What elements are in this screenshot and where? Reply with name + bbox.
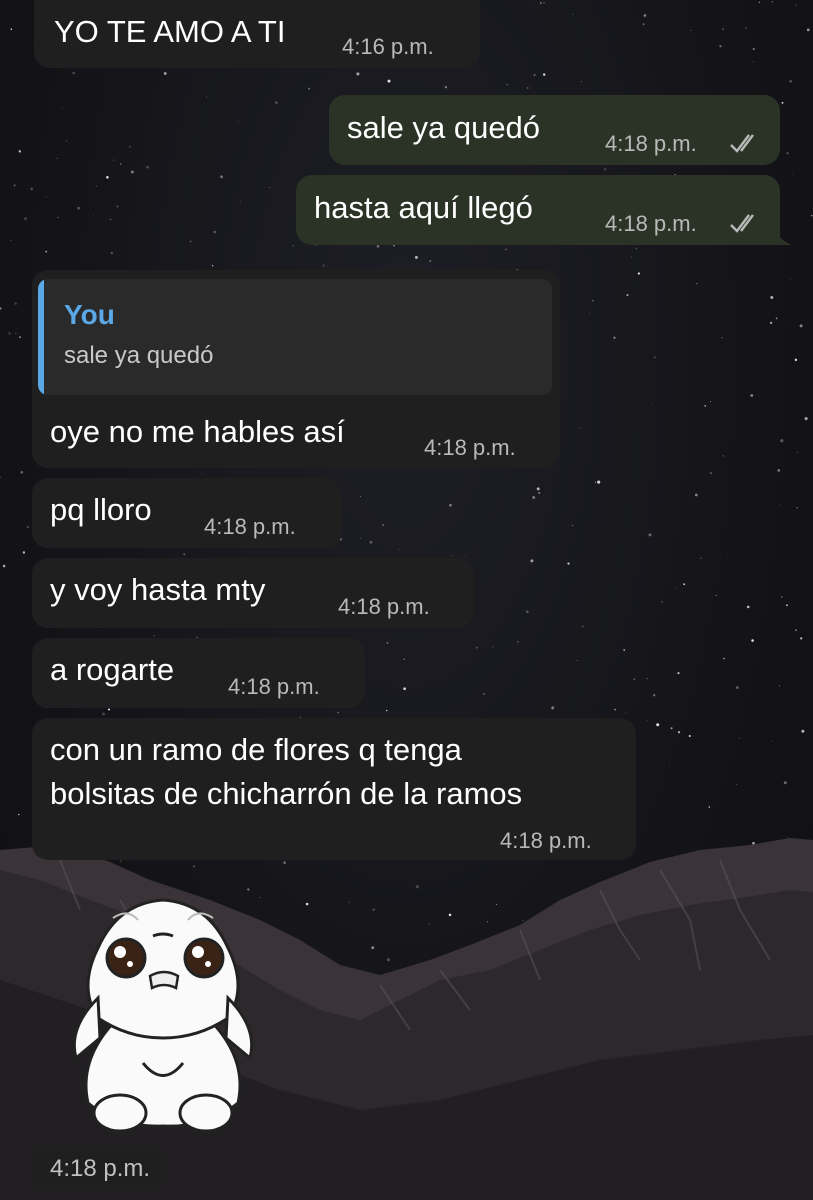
bubble-tail bbox=[776, 229, 792, 245]
message-time: 4:16 p.m. bbox=[342, 34, 434, 59]
message-text: hasta aquí llegó bbox=[314, 190, 533, 225]
message-text: YO TE AMO A TI bbox=[54, 14, 286, 49]
sticker-time-badge: 4:18 p.m. bbox=[32, 1146, 166, 1190]
message-text: y voy hasta mty bbox=[50, 572, 266, 607]
message-bubble-incoming[interactable]: con un ramo de flores q tenga bolsitas d… bbox=[32, 718, 636, 860]
reply-author: You bbox=[64, 299, 115, 330]
reply-text: sale ya quedó bbox=[64, 342, 214, 369]
message-time: 4:18 p.m. bbox=[228, 674, 320, 699]
message-bubble-incoming[interactable]: a rogarte 4:18 p.m. bbox=[32, 638, 365, 708]
message-time: 4:18 p.m. bbox=[605, 211, 697, 236]
reply-quote[interactable]: You sale ya quedó bbox=[38, 279, 552, 395]
message-time: 4:18 p.m. bbox=[50, 1155, 151, 1182]
message-time: 4:18 p.m. bbox=[204, 514, 296, 539]
message-bubble-incoming[interactable]: pq lloro 4:18 p.m. bbox=[32, 478, 342, 548]
message-time: 4:18 p.m. bbox=[605, 131, 697, 156]
message-time: 4:18 p.m. bbox=[338, 594, 430, 619]
reply-accent-bar bbox=[38, 279, 44, 395]
message-text: a rogarte bbox=[50, 652, 175, 687]
message-text: sale ya quedó bbox=[347, 110, 541, 145]
message-bubble-incoming[interactable]: y voy hasta mty 4:18 p.m. bbox=[32, 558, 474, 628]
white-furry-creature-sticker[interactable] bbox=[58, 888, 268, 1138]
message-bubble-incoming[interactable]: YO TE AMO A TI 4:16 p.m. bbox=[34, 0, 480, 68]
message-time: 4:18 p.m. bbox=[500, 828, 592, 853]
message-text: oye no me hables así bbox=[50, 414, 345, 449]
message-bubble-outgoing[interactable]: hasta aquí llegó 4:18 p.m. bbox=[296, 175, 780, 245]
double-check-icon bbox=[730, 214, 754, 233]
double-check-icon bbox=[730, 134, 754, 153]
message-bubble-outgoing[interactable]: sale ya quedó 4:18 p.m. bbox=[329, 95, 780, 165]
message-text-line-1: con un ramo de flores q tenga bbox=[50, 732, 462, 767]
message-time: 4:18 p.m. bbox=[424, 435, 516, 460]
message-text: pq lloro bbox=[50, 492, 152, 527]
message-text-line-2: bolsitas de chicharrón de la ramos bbox=[50, 776, 523, 811]
